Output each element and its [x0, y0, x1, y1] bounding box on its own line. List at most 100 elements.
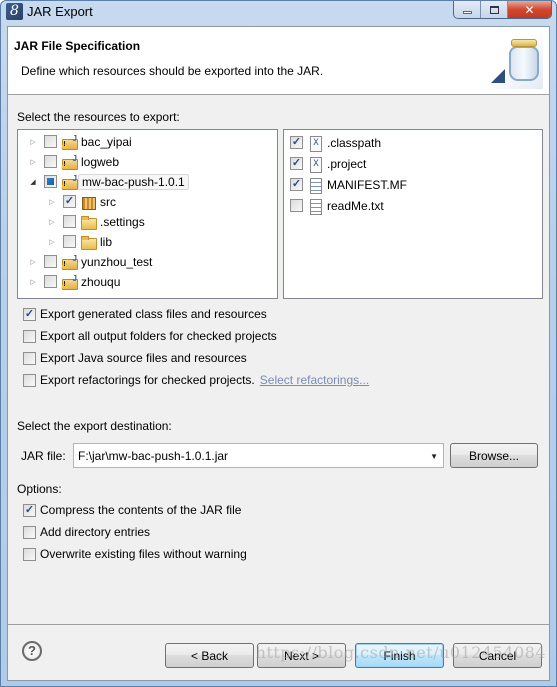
expand-arrow-icon[interactable]: ▷	[28, 277, 38, 287]
expand-arrow-icon[interactable]: ▷	[28, 137, 38, 147]
java-project-warning-icon: J	[61, 134, 78, 150]
option-label: Overwrite existing files without warning	[40, 547, 247, 561]
java-project-warning-icon: J	[61, 174, 78, 190]
close-icon: ✕	[524, 2, 535, 17]
minimize-button[interactable]	[454, 1, 481, 18]
option-label: Export generated class files and resourc…	[40, 307, 267, 321]
options-label: Options:	[17, 482, 62, 496]
directory-entries-option[interactable]: Add directory entries	[23, 525, 150, 539]
list-item-project[interactable]: ✓ .project	[290, 154, 366, 173]
jar-file-value: F:\jar\mw-bac-push-1.0.1.jar	[78, 448, 229, 463]
folder-icon	[80, 234, 97, 250]
option-label: Export all output folders for checked pr…	[40, 329, 277, 343]
option-checkbox[interactable]	[23, 547, 36, 561]
dialog-body: JAR File Specification Define which reso…	[7, 26, 550, 681]
tree-item-mw-bac-push[interactable]: ◢ J mw-bac-push-1.0.1	[28, 172, 189, 191]
maximize-button[interactable]	[481, 1, 508, 18]
text-file-icon	[307, 177, 323, 194]
option-label: Add directory entries	[40, 525, 151, 539]
tree-item-bac-yipai[interactable]: ▷ J bac_yipai	[28, 132, 132, 151]
file-list[interactable]: ✓ .classpath ✓ .project ✓ MANIFEST.MF re…	[283, 129, 543, 299]
xml-file-icon	[307, 135, 323, 152]
tree-item-logweb[interactable]: ▷ J logweb	[28, 152, 119, 171]
option-checkbox[interactable]	[23, 525, 36, 539]
destination-label: Select the export destination:	[17, 419, 172, 433]
expand-arrow-icon[interactable]: ▷	[47, 197, 57, 207]
cancel-button[interactable]: Cancel	[453, 643, 542, 668]
option-label: Export Java source files and resources	[40, 351, 247, 365]
jar-file-combo[interactable]: F:\jar\mw-bac-push-1.0.1.jar ▼	[73, 443, 444, 468]
collapse-arrow-icon[interactable]: ◢	[28, 177, 38, 187]
tree-checkbox-partial[interactable]	[44, 175, 57, 188]
file-checkbox-checked[interactable]: ✓	[290, 157, 303, 170]
help-icon[interactable]: ?	[22, 641, 42, 661]
file-checkbox[interactable]	[290, 199, 303, 212]
expand-arrow-icon[interactable]: ▷	[47, 237, 57, 247]
file-label: readMe.txt	[327, 198, 384, 213]
package-folder-warning-icon	[80, 194, 96, 210]
option-checkbox[interactable]	[23, 329, 36, 343]
tree-item-label: src	[100, 194, 116, 209]
tree-checkbox[interactable]	[44, 135, 57, 148]
title-bar[interactable]: 8 JAR Export ✕	[1, 1, 556, 25]
option-checkbox[interactable]	[23, 351, 36, 365]
overwrite-option[interactable]: Overwrite existing files without warning	[23, 547, 247, 561]
tree-item-label: yunzhou_test	[81, 254, 153, 269]
export-class-files-option[interactable]: ✓ Export generated class files and resou…	[23, 307, 267, 321]
browse-button[interactable]: Browse...	[450, 443, 538, 468]
option-checkbox-checked[interactable]: ✓	[23, 503, 36, 517]
file-checkbox-checked[interactable]: ✓	[290, 178, 303, 191]
maximize-icon	[489, 5, 499, 14]
option-checkbox-checked[interactable]: ✓	[23, 307, 36, 321]
export-refactorings-option[interactable]: Export refactorings for checked projects…	[23, 373, 369, 387]
finish-button[interactable]: Finish	[355, 643, 444, 668]
tree-checkbox[interactable]	[44, 275, 57, 288]
expand-arrow-icon[interactable]: ▷	[28, 257, 38, 267]
tree-item-yunzhou-test[interactable]: ▷ J yunzhou_test	[28, 252, 152, 271]
list-item-classpath[interactable]: ✓ .classpath	[290, 133, 381, 152]
tree-checkbox[interactable]	[44, 255, 57, 268]
list-item-manifest[interactable]: ✓ MANIFEST.MF	[290, 175, 407, 194]
tree-checkbox[interactable]	[63, 235, 76, 248]
tree-item-label: .settings	[100, 214, 145, 229]
list-item-readme[interactable]: readMe.txt	[290, 196, 384, 215]
option-checkbox[interactable]	[23, 373, 36, 387]
jar-body-icon	[509, 46, 539, 81]
compress-option[interactable]: ✓ Compress the contents of the JAR file	[23, 503, 241, 517]
expand-arrow-icon[interactable]: ▷	[47, 217, 57, 227]
back-button[interactable]: < Back	[165, 643, 254, 668]
java-project-warning-icon: J	[61, 154, 78, 170]
select-refactorings-link[interactable]: Select refactorings...	[260, 373, 369, 387]
file-label: .project	[327, 156, 367, 171]
tree-item-zhouqu[interactable]: ▷ J zhouqu	[28, 272, 120, 291]
dropdown-arrow-icon[interactable]: ▼	[430, 452, 438, 461]
tree-checkbox[interactable]	[63, 215, 76, 228]
option-label: Export refactorings for checked projects…	[40, 373, 255, 387]
export-output-folders-option[interactable]: Export all output folders for checked pr…	[23, 329, 277, 343]
resources-label: Select the resources to export:	[17, 110, 180, 124]
folder-icon	[80, 214, 97, 230]
java-project-warning-icon: J	[61, 274, 78, 290]
resource-tree[interactable]: ▷ J bac_yipai ▷ J logweb ◢ J mw-bac-push…	[17, 129, 278, 299]
tree-checkbox-checked[interactable]: ✓	[63, 195, 76, 208]
file-checkbox-checked[interactable]: ✓	[290, 136, 303, 149]
tree-item-lib[interactable]: ▷ lib	[47, 232, 112, 251]
export-source-files-option[interactable]: Export Java source files and resources	[23, 351, 247, 365]
text-file-icon	[307, 198, 323, 215]
file-label: .classpath	[327, 135, 382, 150]
tree-item-label: bac_yipai	[81, 134, 132, 149]
tree-item-settings[interactable]: ▷ .settings	[47, 212, 145, 231]
eclipse-app-icon: 8	[6, 3, 23, 20]
tree-checkbox[interactable]	[44, 155, 57, 168]
xml-file-icon	[307, 156, 323, 173]
page-title: JAR File Specification	[14, 39, 141, 53]
export-arrow-icon	[491, 69, 505, 83]
close-button[interactable]: ✕	[508, 1, 551, 18]
next-button[interactable]: Next >	[257, 643, 346, 668]
expand-arrow-icon[interactable]: ▷	[28, 157, 38, 167]
jar-wizard-icon	[487, 33, 543, 89]
option-label: Compress the contents of the JAR file	[40, 503, 242, 517]
tree-item-label: logweb	[81, 154, 120, 169]
tree-item-src[interactable]: ▷ ✓ src	[47, 192, 116, 211]
tree-item-label: mw-bac-push-1.0.1	[78, 173, 189, 190]
